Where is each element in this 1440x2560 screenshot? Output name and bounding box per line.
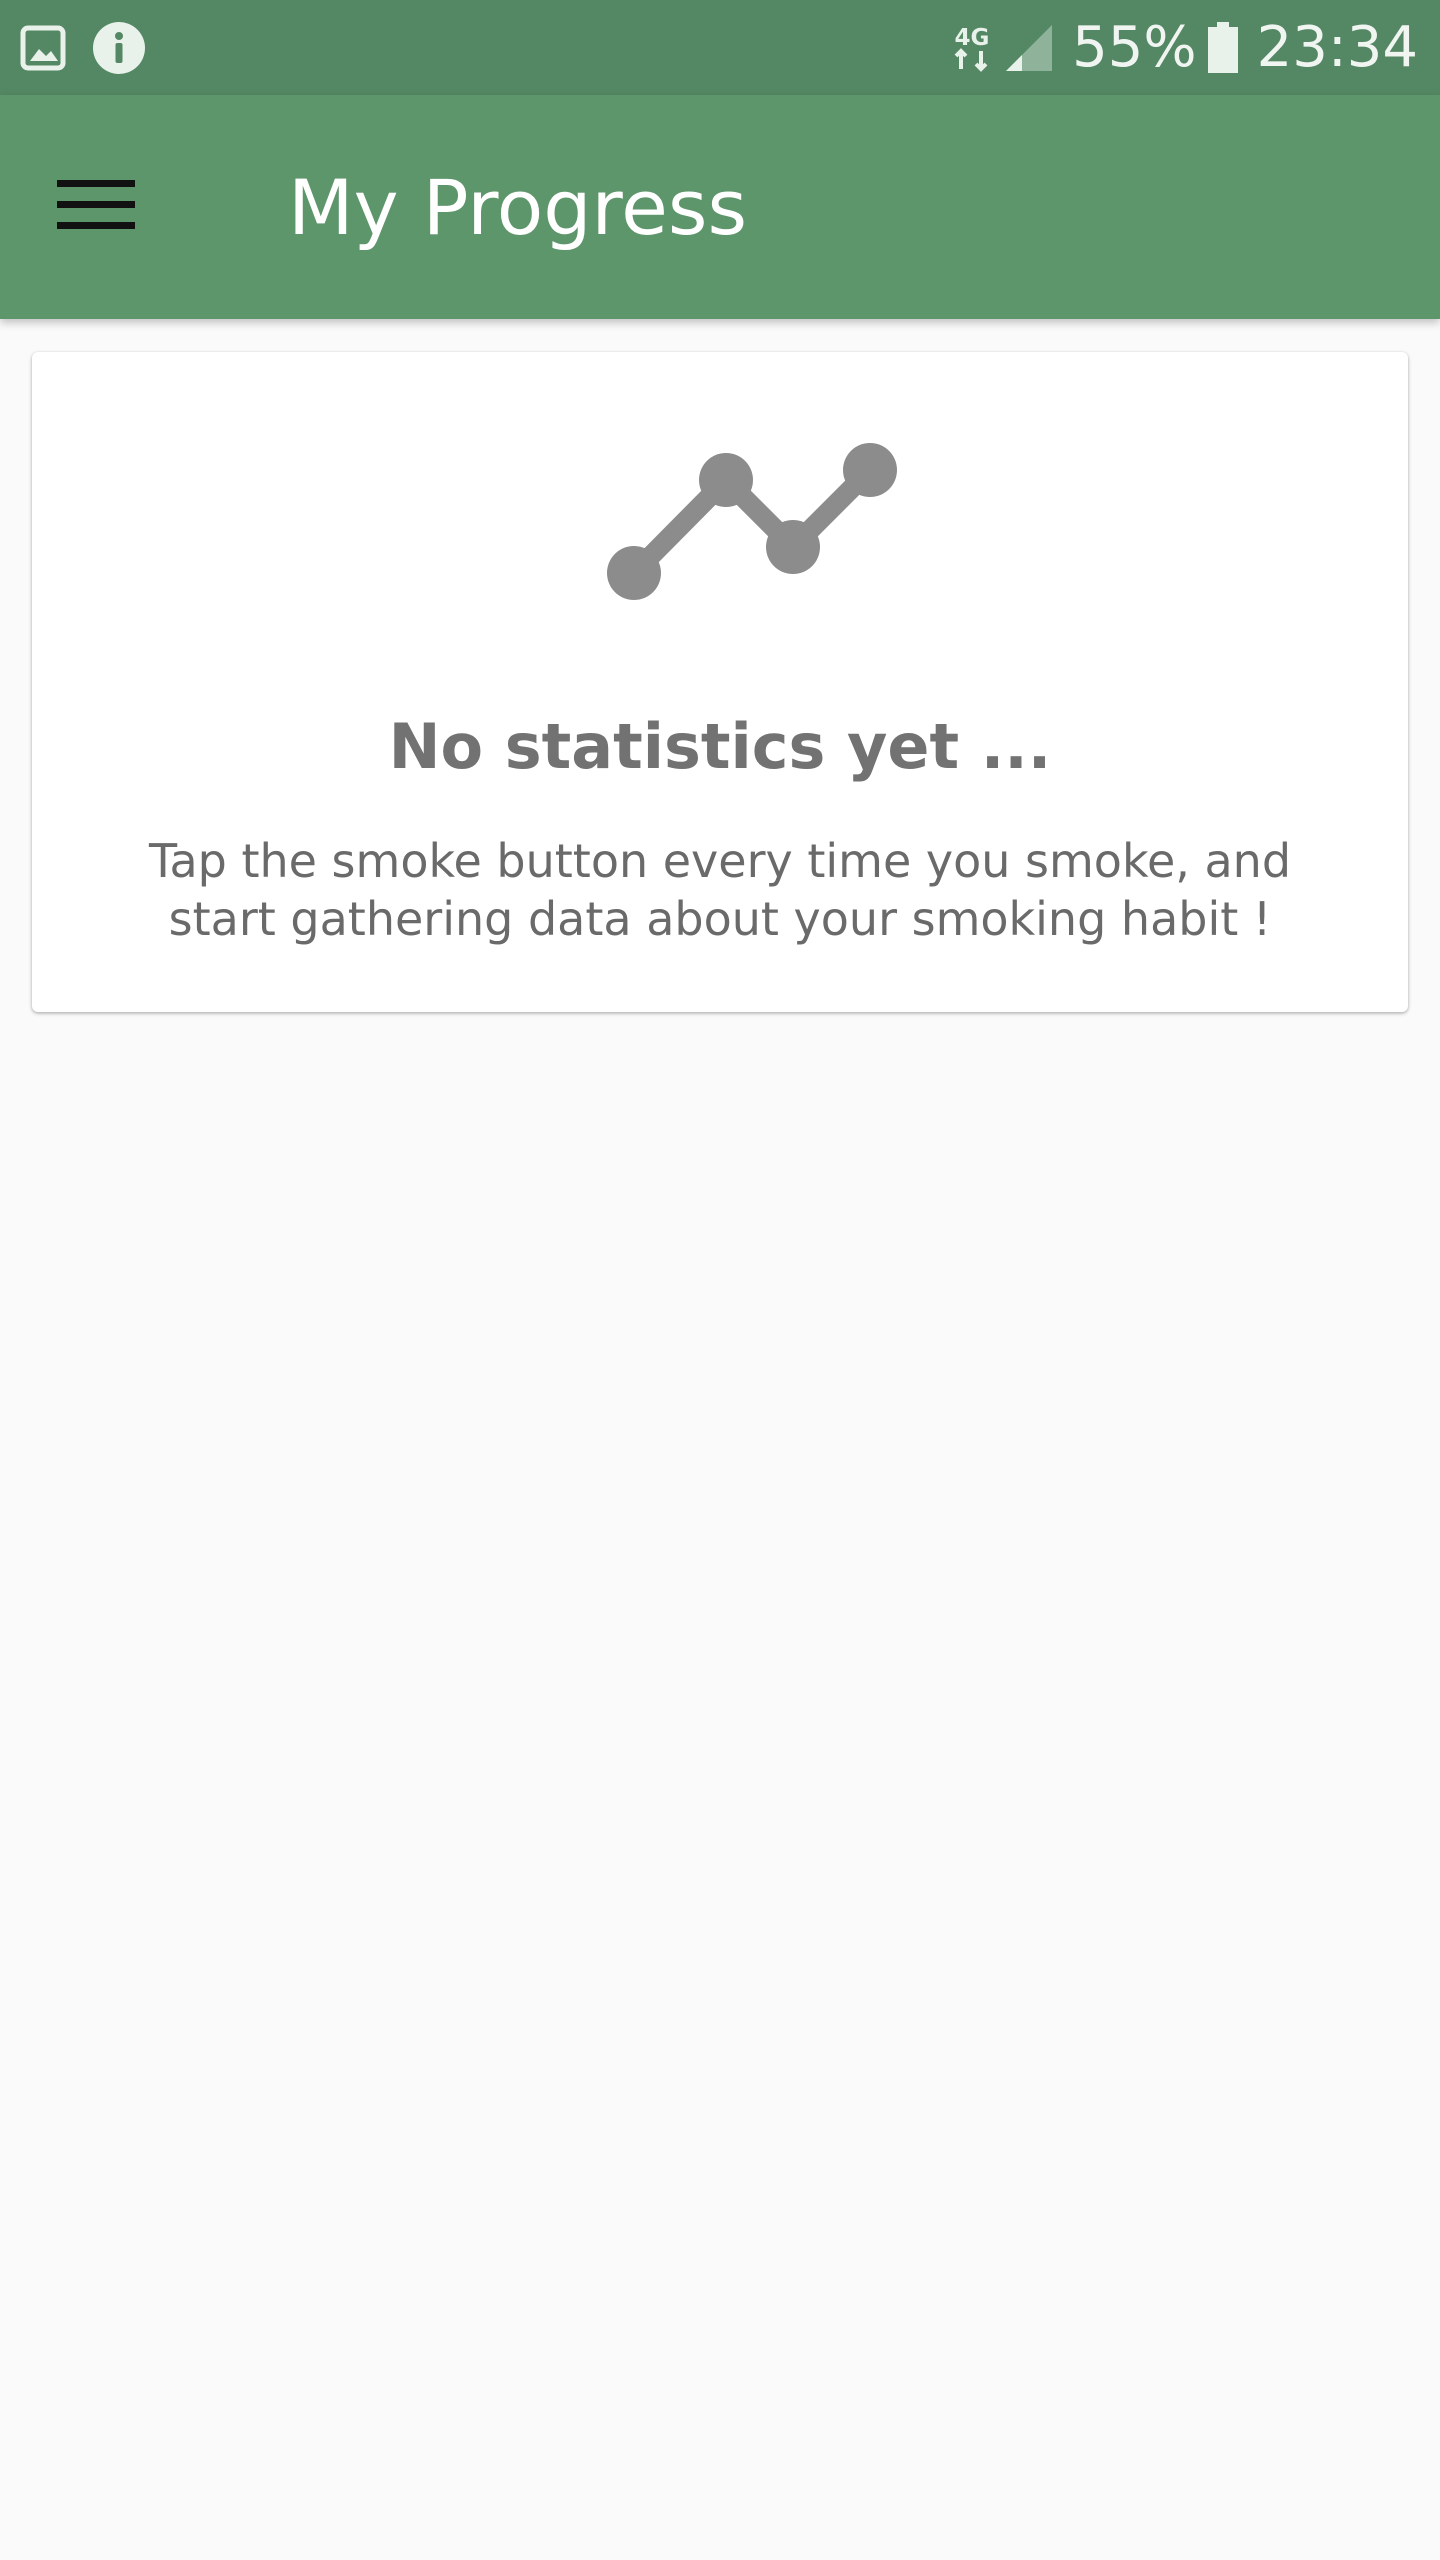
status-bar: 4G 55% 23:34 [0, 0, 1440, 95]
navigation-menu-button[interactable] [34, 151, 158, 263]
info-notification-icon [92, 21, 146, 75]
signal-strength-icon [1004, 23, 1054, 73]
line-chart-icon [607, 443, 897, 600]
status-right-indicators: 4G 55% 23:34 [950, 14, 1418, 80]
status-left-icons [20, 21, 172, 75]
image-notification-icon [20, 25, 66, 71]
hamburger-menu-icon [57, 177, 135, 237]
empty-state-message: Tap the smoke button every time you smok… [148, 834, 1292, 946]
progress-content: No statistics yet ... Tap the smoke butt… [0, 319, 1440, 2560]
network-type-icon: 4G [950, 21, 994, 75]
empty-state-title: No statistics yet ... [388, 710, 1052, 783]
clock: 23:34 [1256, 14, 1418, 80]
page-title: My Progress [288, 162, 748, 252]
app-bar: My Progress [0, 95, 1440, 319]
network-type-label: 4G [955, 25, 990, 51]
battery-icon [1207, 21, 1239, 74]
empty-statistics-card: No statistics yet ... Tap the smoke butt… [32, 352, 1408, 1012]
battery-percentage: 55% [1072, 14, 1197, 80]
